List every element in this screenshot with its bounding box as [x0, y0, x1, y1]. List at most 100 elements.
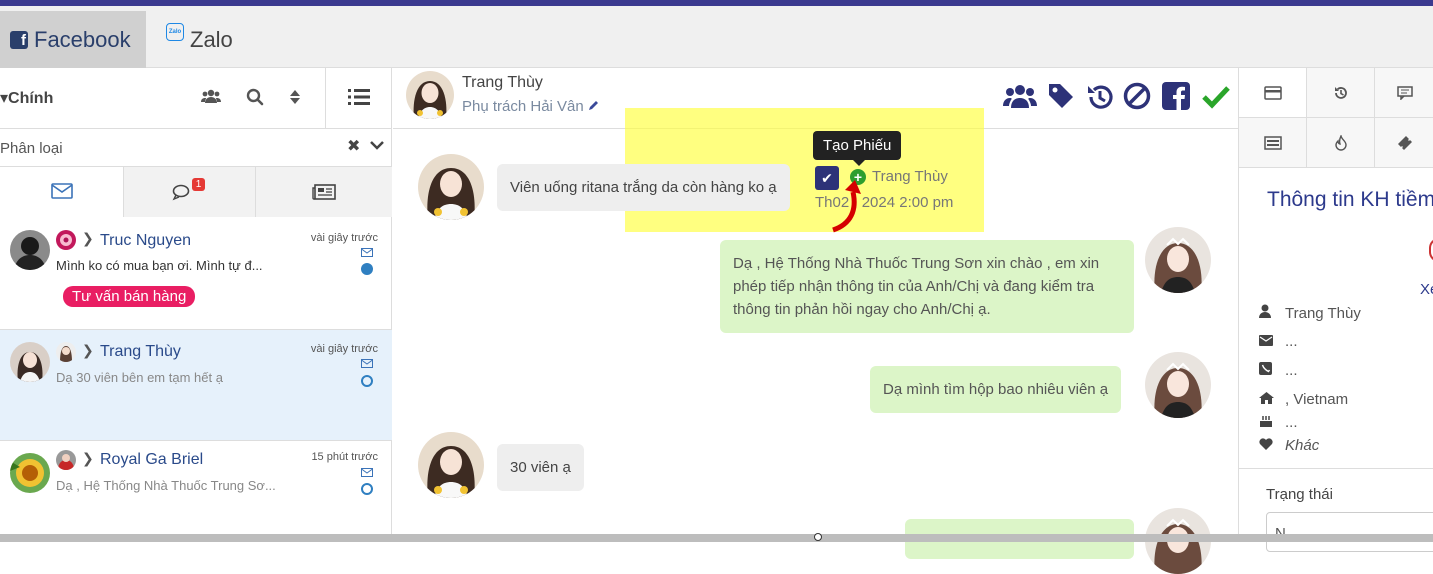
conversation-name: Trang Thùy	[100, 343, 181, 360]
envelope-icon	[50, 183, 73, 199]
search-icon[interactable]	[244, 88, 266, 110]
block-icon[interactable]	[1123, 82, 1155, 114]
comment-icon	[1396, 85, 1413, 100]
tag-icon[interactable]	[1047, 82, 1079, 114]
outgoing-message: Dạ mình tìm hộp bao nhiêu viên ạ	[870, 366, 1122, 413]
create-ticket-tooltip: Tạo Phiếu	[813, 131, 902, 166]
conversation-header: ▾Chính	[0, 68, 392, 129]
info-gender-value: Khác	[1285, 437, 1320, 454]
horizontal-scrollbar[interactable]	[0, 534, 1433, 542]
tab-history[interactable]	[1307, 68, 1375, 118]
conversation-preview: Dạ 30 viên bên em tạm hết ạ	[56, 370, 223, 385]
envelope-icon	[361, 248, 373, 260]
facebook-icon[interactable]	[1162, 82, 1194, 114]
filter-icon: ▾	[0, 90, 9, 107]
channel-tabbar: f Facebook Zalo Zalo	[0, 6, 1433, 68]
info-phone: ...	[1259, 362, 1298, 379]
chat-panel: Trang Thùy Phụ trách Hải Vân Viên uống r…	[393, 68, 1238, 574]
info-email: ...	[1259, 333, 1298, 350]
conversation-time: 15 phút trước	[311, 451, 378, 463]
label-tag[interactable]: Tư vấn bán hàng	[63, 286, 196, 307]
conversation-item[interactable]: ❯ Royal Ga Briel Dạ , Hệ Thống Nhà Thuốc…	[0, 441, 392, 542]
assignee-label[interactable]: Phụ trách Hải Vân	[462, 98, 600, 115]
conversation-time: vài giây trước	[310, 343, 378, 355]
avatar	[10, 342, 50, 382]
newspaper-icon	[312, 184, 336, 200]
conversation-name: Truc Nguyen	[100, 232, 191, 249]
tab-hot[interactable]	[1307, 118, 1375, 168]
info-name: Trang Thùy	[1259, 304, 1361, 322]
tab-posts[interactable]	[256, 167, 392, 217]
red-arrow-icon	[832, 180, 861, 233]
pencil-icon[interactable]	[588, 99, 600, 111]
message-sender: Trang Thùy	[872, 168, 948, 185]
credit-card-icon	[1263, 85, 1282, 100]
tab-facebook[interactable]: f Facebook	[0, 11, 146, 68]
group-icon[interactable]	[1003, 82, 1037, 114]
sort-icon[interactable]	[284, 88, 306, 110]
customer-info-title: Thông tin KH tiềm	[1267, 188, 1433, 211]
phone-icon	[1259, 362, 1285, 378]
clear-icon[interactable]: ✖	[347, 136, 360, 156]
facebook-icon: f	[10, 30, 28, 49]
message-type-tabs: 1	[0, 167, 392, 217]
tab-comments[interactable]: 1	[123, 167, 256, 217]
conversation-preview: Dạ , Hệ Thống Nhà Thuốc Trung Sơ...	[56, 478, 276, 493]
incoming-message: 30 viên ạ	[497, 444, 584, 491]
ticket-icon	[1397, 135, 1412, 150]
info-birthday-value: ...	[1285, 414, 1298, 431]
page-avatar	[56, 450, 76, 470]
conversation-preview: Mình ko có mua bạn ơi. Mình tự đ...	[56, 258, 263, 273]
tab-card[interactable]	[1239, 68, 1307, 118]
group-icon[interactable]	[200, 88, 222, 110]
conversation-time: vài giây trước	[310, 232, 378, 244]
info-address: , Vietnam	[1259, 391, 1348, 408]
status-label: Trạng thái	[1266, 486, 1333, 503]
conversation-panel: ▾Chính Phân loại ✖ 1 ❯ Truc Nguyen Mình …	[0, 68, 392, 542]
scrollbar-handle[interactable]	[814, 533, 822, 541]
check-icon[interactable]	[1201, 82, 1233, 114]
classification-placeholder: Phân loại	[0, 140, 63, 157]
list-menu-icon[interactable]	[347, 88, 371, 110]
status-select[interactable]: N	[1266, 512, 1433, 552]
info-phone-value: ...	[1285, 362, 1298, 379]
chevron-right-icon: ❯	[82, 230, 94, 246]
tab-tickets[interactable]	[1375, 118, 1433, 168]
info-address-value: , Vietnam	[1285, 391, 1349, 408]
tab-zalo-label: Zalo	[190, 26, 233, 52]
page-avatar	[56, 342, 76, 362]
tab-messages[interactable]	[0, 167, 123, 217]
view-more-link[interactable]: Xe	[1420, 281, 1433, 298]
avatar	[10, 453, 50, 493]
conversation-item[interactable]: ❯ Trang Thùy Dạ 30 viên bên em tạm hết ạ…	[0, 330, 392, 441]
contact-avatar	[418, 432, 484, 498]
cake-icon	[1259, 414, 1285, 430]
incoming-message: Viên uống ritana trắng da còn hàng ko ạ	[497, 164, 790, 211]
chevron-down-icon[interactable]	[370, 137, 384, 153]
avatar-edge	[1429, 238, 1433, 262]
tab-orders[interactable]	[1239, 118, 1307, 168]
inbox-title: Chính	[8, 90, 54, 107]
home-icon	[1259, 392, 1285, 407]
conversation-item[interactable]: ❯ Truc Nguyen Mình ko có mua bạn ơi. Mìn…	[0, 218, 392, 330]
unread-dot	[361, 263, 373, 275]
assignee-text: Phụ trách Hải Vân	[462, 98, 584, 115]
contact-name: Trang Thùy	[462, 74, 543, 91]
contact-avatar	[406, 71, 454, 119]
inbox-selector[interactable]: ▾Chính	[0, 88, 53, 108]
divider	[1239, 468, 1433, 469]
classification-filter[interactable]: Phân loại ✖	[0, 129, 392, 167]
agent-avatar	[1145, 352, 1211, 418]
user-icon	[1259, 304, 1285, 321]
read-dot	[361, 375, 373, 387]
comments-icon	[172, 184, 190, 201]
history-icon[interactable]	[1085, 82, 1117, 114]
envelope-icon	[361, 468, 373, 480]
info-gender: Khác	[1259, 437, 1319, 454]
customer-info-panel: Thông tin KH tiềm Xe Trang Thùy ... ... …	[1238, 68, 1433, 552]
contact-avatar	[418, 154, 484, 220]
tab-notes[interactable]	[1375, 68, 1433, 118]
info-name-value: Trang Thùy	[1285, 305, 1361, 322]
tab-zalo[interactable]: Zalo Zalo	[146, 11, 266, 68]
conversation-name: Royal Ga Briel	[100, 451, 204, 468]
